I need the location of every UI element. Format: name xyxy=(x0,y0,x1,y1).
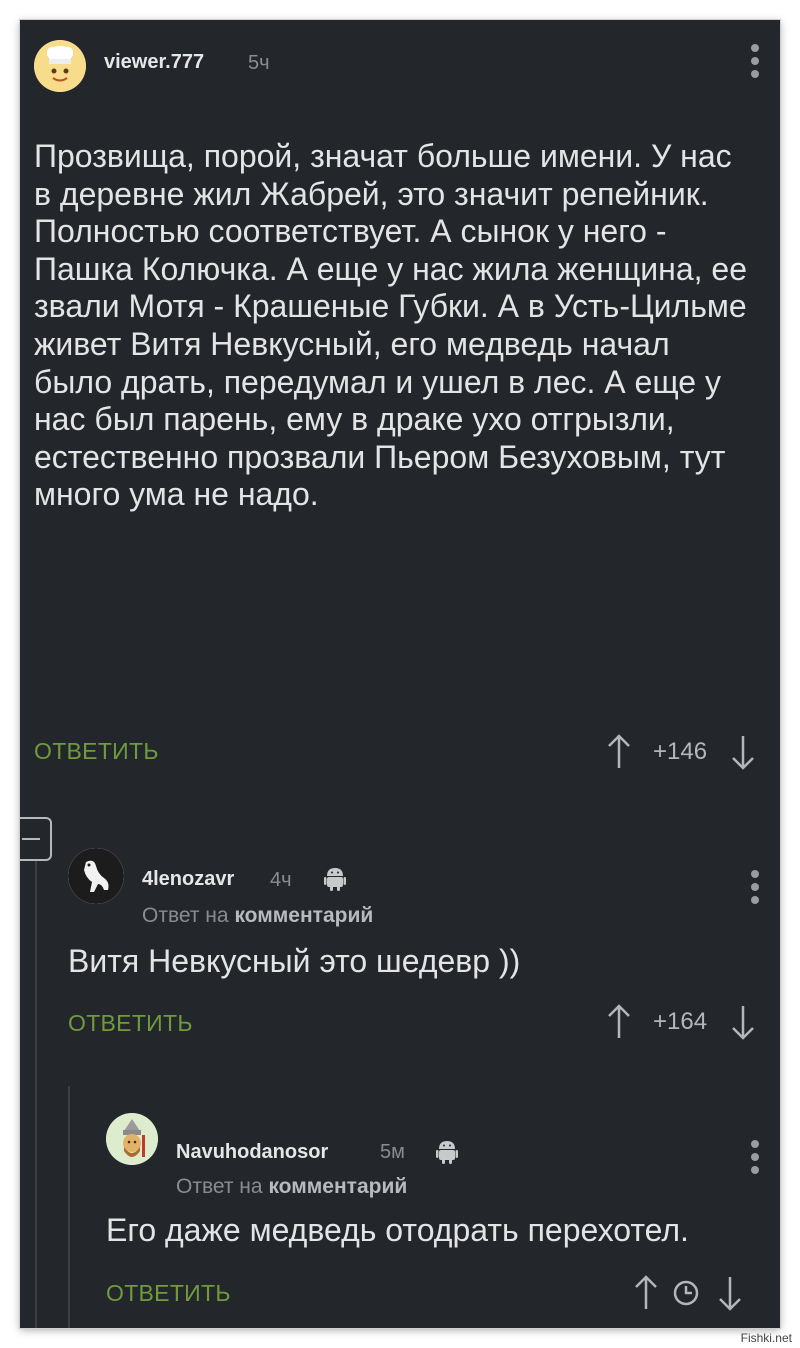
rating-score: +146 xyxy=(653,738,708,765)
vote-bar: +164 xyxy=(605,1002,757,1042)
reply-to-link[interactable]: комментарий xyxy=(268,1175,407,1198)
reply-button[interactable]: ОТВЕТИТЬ xyxy=(68,1010,193,1037)
arrow-down-icon[interactable] xyxy=(729,732,757,772)
reply-to-prefix: Ответ на xyxy=(176,1175,263,1198)
timestamp: 4ч xyxy=(270,869,292,891)
username[interactable]: 4lenozavr xyxy=(142,868,234,891)
avatar[interactable] xyxy=(68,848,124,904)
thread-line xyxy=(35,820,37,1328)
comment-text: Прозвища, порой, значат больше имени. У … xyxy=(34,138,748,513)
more-vert-icon[interactable] xyxy=(750,44,760,78)
arrow-up-icon[interactable] xyxy=(632,1273,660,1313)
comment-text: Его даже медведь отодрать перехотел. xyxy=(106,1212,689,1248)
username[interactable]: viewer.777 xyxy=(104,51,204,74)
dinosaur-avatar-icon xyxy=(68,848,124,904)
collapse-thread-button[interactable] xyxy=(20,817,52,861)
more-vert-icon[interactable] xyxy=(750,1140,760,1174)
android-icon xyxy=(436,1141,458,1164)
chef-avatar-icon xyxy=(34,40,86,92)
warrior-avatar-icon xyxy=(106,1113,158,1165)
reply-to-label: Ответ на комментарий xyxy=(176,1175,407,1199)
arrow-down-icon[interactable] xyxy=(729,1002,757,1042)
reply-button[interactable]: ОТВЕТИТЬ xyxy=(34,738,159,765)
vote-bar: +146 xyxy=(605,732,757,772)
reply-to-prefix: Ответ на xyxy=(142,904,229,927)
arrow-up-icon[interactable] xyxy=(605,732,633,772)
comment-text: Витя Невкусный это шедевр )) xyxy=(68,943,521,979)
reply-to-label: Ответ на комментарий xyxy=(142,904,373,928)
timestamp: 5м xyxy=(380,1141,405,1163)
android-icon xyxy=(324,868,346,891)
username[interactable]: Navuhodanosor xyxy=(176,1141,328,1164)
timestamp: 5ч xyxy=(248,52,270,74)
watermark: Fishki.net xyxy=(740,1331,792,1345)
arrow-up-icon[interactable] xyxy=(605,1002,633,1042)
comments-panel: viewer.777 5ч Прозвища, порой, значат бо… xyxy=(20,20,780,1328)
avatar[interactable] xyxy=(34,40,86,92)
vote-bar xyxy=(632,1273,744,1313)
more-vert-icon[interactable] xyxy=(750,870,760,904)
thread-line xyxy=(68,1086,70,1328)
reply-button[interactable]: ОТВЕТИТЬ xyxy=(106,1280,231,1307)
rating-score: +164 xyxy=(653,1008,708,1035)
clock-icon xyxy=(673,1280,699,1306)
avatar[interactable] xyxy=(106,1113,158,1165)
reply-to-link[interactable]: комментарий xyxy=(234,904,373,927)
arrow-down-icon[interactable] xyxy=(716,1273,744,1313)
